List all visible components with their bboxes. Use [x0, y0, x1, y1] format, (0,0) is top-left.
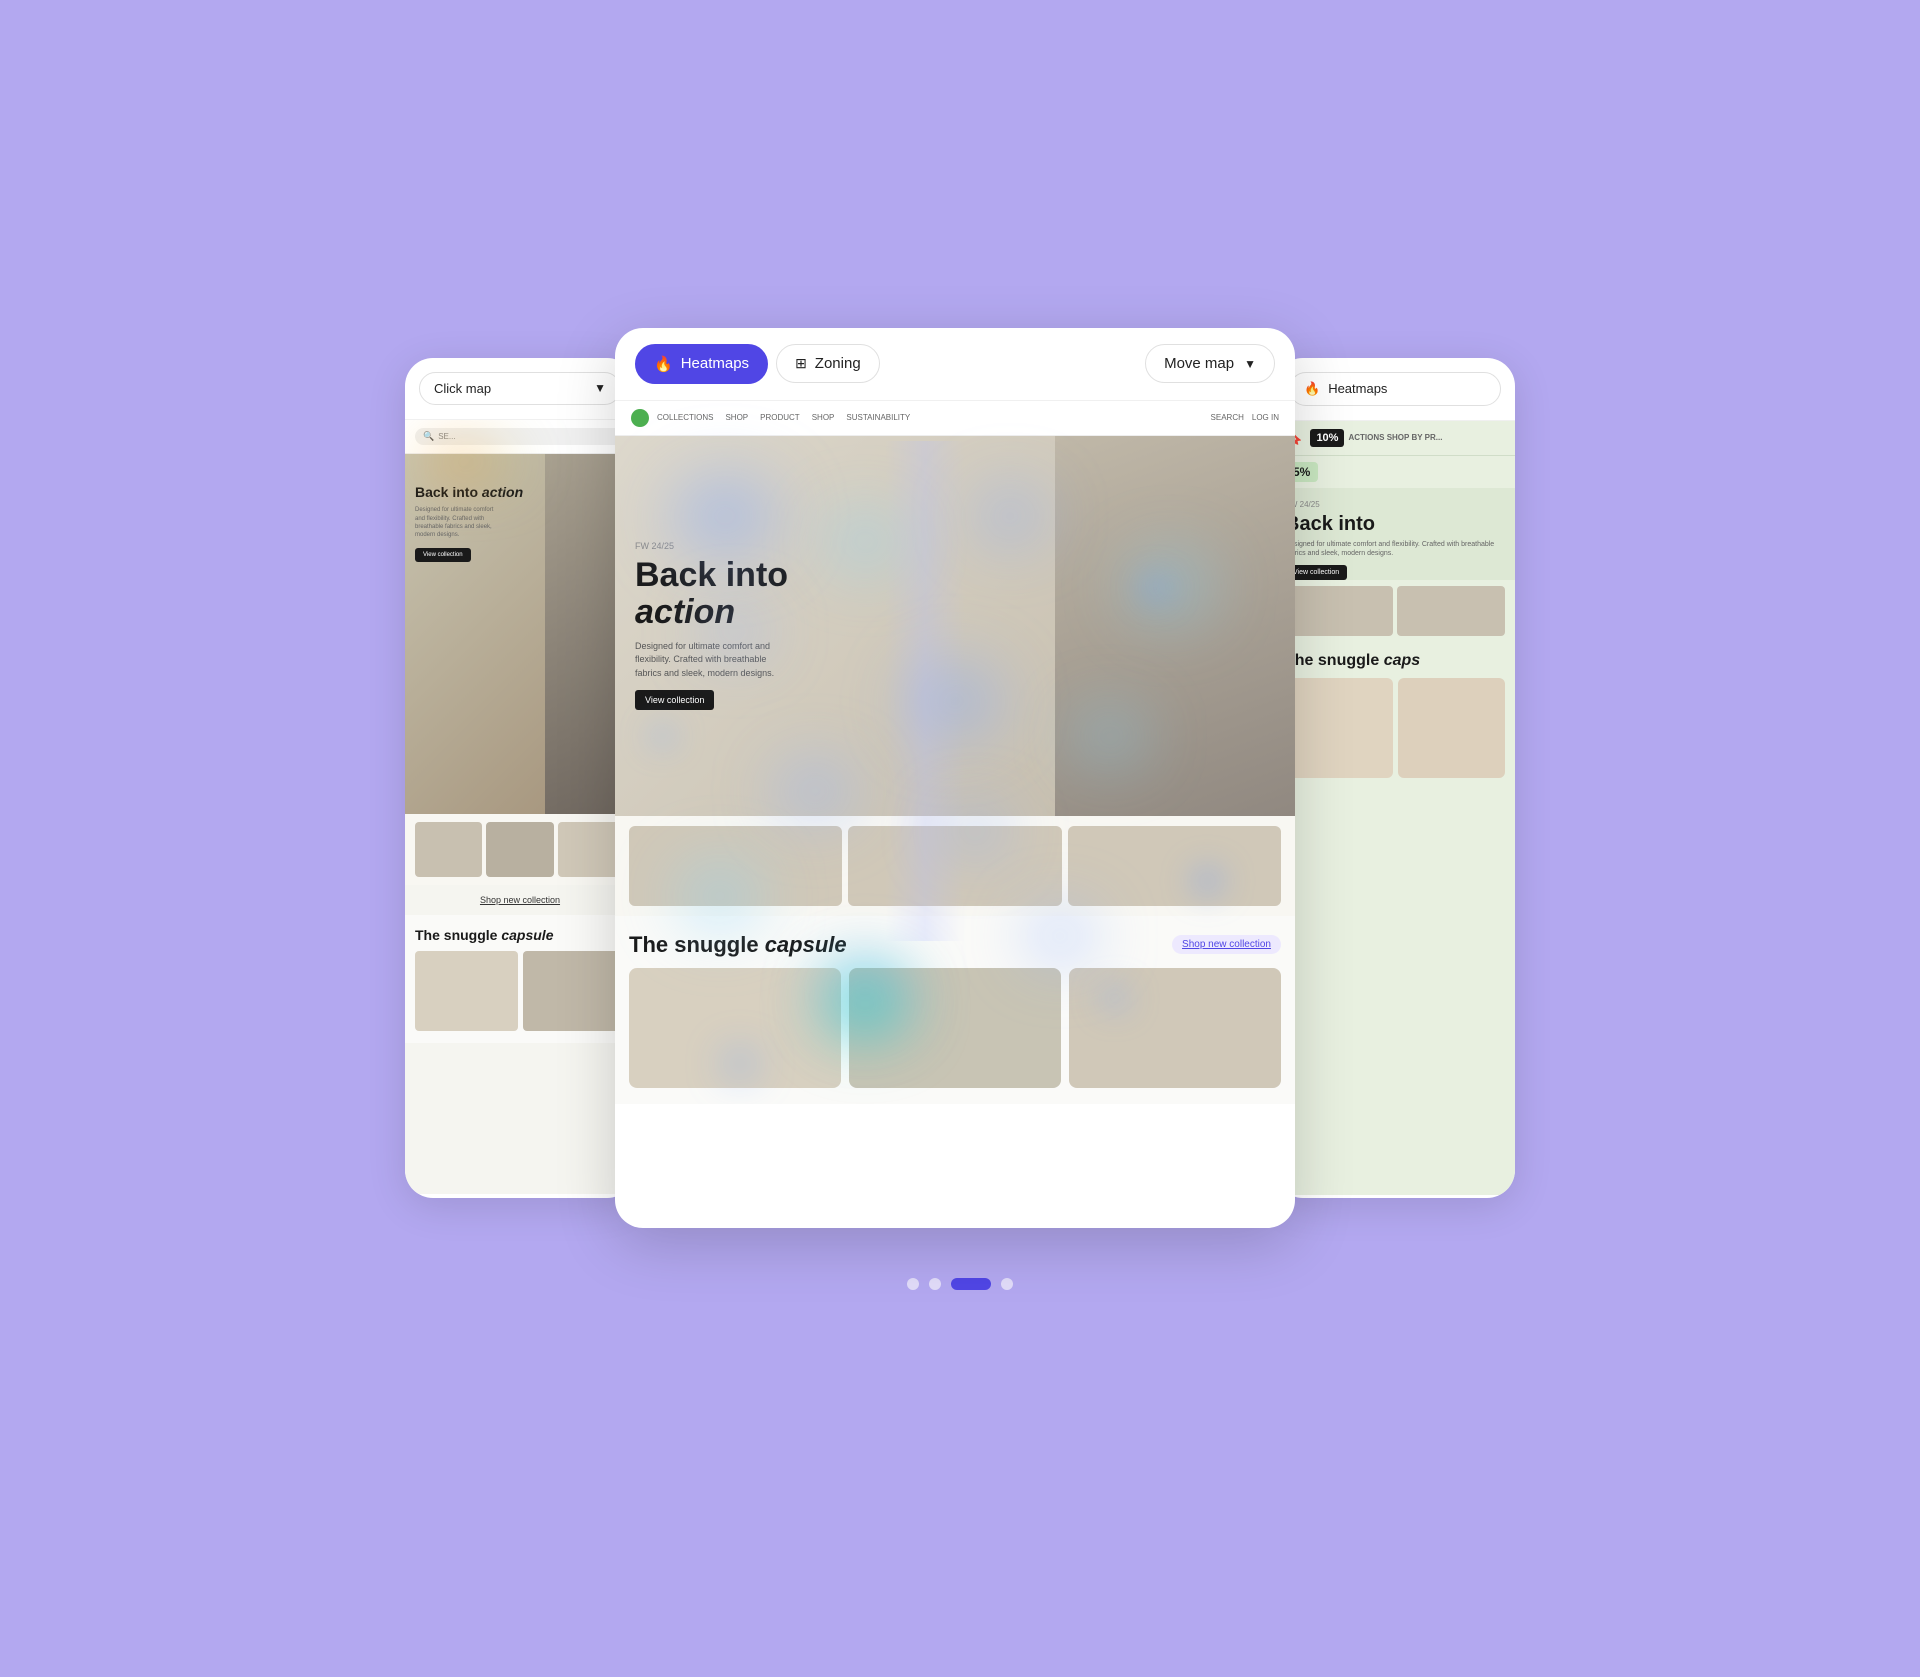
zoning-label: Zoning	[815, 355, 861, 372]
left-section-thumb-1	[415, 951, 518, 1031]
center-section-title: The snuggle capsule	[629, 932, 847, 958]
search-text: SE...	[438, 432, 455, 441]
pagination-dot-2[interactable]	[929, 1278, 941, 1290]
left-thumb-1	[415, 822, 482, 877]
right-thumb-2	[1397, 586, 1505, 636]
heatmaps-label: Heatmaps	[681, 355, 749, 372]
left-section-thumb-2	[523, 951, 626, 1031]
pagination-dot-1[interactable]	[907, 1278, 919, 1290]
chevron-down-icon: ▼	[594, 381, 606, 395]
center-product-3	[1069, 968, 1281, 1088]
center-section-link: Shop new collection	[1172, 935, 1281, 954]
right-product-row	[1285, 678, 1505, 778]
left-website-mockup: 🔍 SE... Back into action Designed for ul…	[405, 420, 635, 1194]
card-right: 🔥 Heatmaps 🔖 10% ACTIONS SHOP BY PR... 5…	[1275, 358, 1515, 1198]
movemap-label: Move map	[1164, 355, 1234, 372]
right-thumbs	[1275, 580, 1515, 642]
center-hero: FW 24/25 Back intoaction Designed for ul…	[615, 436, 1295, 816]
center-nav-actions: SEARCH LOG IN	[1211, 413, 1279, 422]
left-search-bar: 🔍 SE...	[415, 428, 625, 445]
center-nav: COLLECTIONS SHOP PRODUCT SHOP SUSTAINABI…	[615, 401, 1295, 436]
center-hero-text: FW 24/25 Back intoaction Designed for ul…	[635, 541, 795, 710]
right-percentage-bar: 🔖 10% ACTIONS SHOP BY PR...	[1275, 421, 1515, 456]
left-section-header: The snuggle capsule	[415, 927, 625, 943]
left-section-two: The snuggle capsule	[405, 915, 635, 1043]
right-section-title: The snuggle caps	[1285, 652, 1505, 670]
right-content: 🔖 10% ACTIONS SHOP BY PR... 5% FW 24/25 …	[1275, 421, 1515, 1195]
pagination	[907, 1278, 1013, 1290]
pagination-dot-3[interactable]	[951, 1278, 991, 1290]
right-hero-subtitle: Designed for ultimate comfort and flexib…	[1285, 540, 1505, 560]
heatmaps-right-label: Heatmaps	[1328, 381, 1387, 396]
left-section-title: The snuggle capsule	[415, 927, 553, 943]
center-section-two: The snuggle capsule Shop new collection	[615, 916, 1295, 1104]
fire-icon-right: 🔥	[1304, 381, 1320, 397]
zoning-tab[interactable]: ⊞ Zoning	[776, 344, 880, 383]
heatmaps-tab[interactable]: 🔥 Heatmaps	[635, 344, 768, 384]
right-website: 🔖 10% ACTIONS SHOP BY PR... 5% FW 24/25 …	[1275, 421, 1515, 1195]
fire-icon: 🔥	[654, 355, 673, 373]
right-product-1	[1285, 678, 1393, 778]
center-section-header: The snuggle capsule Shop new collection	[629, 932, 1281, 958]
card-center: 🔥 Heatmaps ⊞ Zoning Move map ▼	[615, 328, 1295, 1228]
grid-icon: ⊞	[795, 355, 807, 372]
search-icon: 🔍	[423, 431, 434, 442]
center-hero-cta: View collection	[635, 690, 714, 710]
center-product-1	[629, 968, 841, 1088]
center-thumb-2	[848, 826, 1061, 906]
center-hero-label: FW 24/25	[635, 541, 795, 551]
left-thumbnails	[405, 814, 635, 885]
center-nav-logo	[631, 409, 649, 427]
clickmap-button[interactable]: Click map ▼	[419, 372, 621, 405]
right-thumb-1	[1285, 586, 1393, 636]
right-pct-small: 5%	[1275, 456, 1515, 488]
center-hero-left: FW 24/25 Back intoaction Designed for ul…	[615, 436, 1055, 816]
right-toolbar: 🔥 Heatmaps	[1275, 358, 1515, 421]
right-hero-label: FW 24/25	[1285, 500, 1505, 509]
left-content: 🔍 SE... Back into action Designed for ul…	[405, 420, 635, 1194]
left-hero-title: Back into action	[415, 484, 523, 501]
clickmap-label: Click map	[434, 381, 491, 396]
center-hero-title: Back intoaction	[635, 557, 795, 632]
center-product-row	[629, 968, 1281, 1088]
movemap-button[interactable]: Move map ▼	[1145, 344, 1275, 383]
center-thumbs	[615, 816, 1295, 916]
pagination-dot-4[interactable]	[1001, 1278, 1013, 1290]
center-hero-right	[1055, 436, 1295, 816]
left-shop-link: Shop new collection	[405, 885, 635, 915]
right-hero-title: Back into	[1285, 512, 1505, 536]
center-thumb-1	[629, 826, 842, 906]
center-nav-links: COLLECTIONS SHOP PRODUCT SHOP SUSTAINABI…	[657, 413, 910, 422]
center-content: COLLECTIONS SHOP PRODUCT SHOP SUSTAINABI…	[615, 401, 1295, 1104]
center-thumb-3	[1068, 826, 1281, 906]
movemap-chevron-icon: ▼	[1244, 357, 1256, 371]
left-section-thumbs	[415, 951, 625, 1031]
right-pct-main: 10%	[1310, 429, 1344, 447]
card-left: Click map ▼ 🔍 SE...	[405, 358, 635, 1198]
heatmaps-right-button[interactable]: 🔥 Heatmaps	[1289, 372, 1501, 406]
right-product-2	[1398, 678, 1506, 778]
center-toolbar: 🔥 Heatmaps ⊞ Zoning Move map ▼	[615, 328, 1295, 401]
right-hero: FW 24/25 Back into Designed for ultimate…	[1275, 488, 1515, 581]
center-website: COLLECTIONS SHOP PRODUCT SHOP SUSTAINABI…	[615, 401, 1295, 1104]
right-section-two: The snuggle caps	[1275, 642, 1515, 788]
center-hero-subtitle: Designed for ultimate comfort and flexib…	[635, 640, 795, 681]
left-thumb-2	[486, 822, 553, 877]
left-hero-subtitle: Designed for ultimate comfort and flexib…	[415, 506, 495, 540]
carousel-wrapper: Click map ▼ 🔍 SE...	[0, 328, 1920, 1228]
left-hero-text: Back into action Designed for ultimate c…	[415, 484, 523, 562]
right-pct-secondary: ACTIONS SHOP BY PR...	[1348, 433, 1442, 442]
left-toolbar: Click map ▼	[405, 358, 635, 420]
left-hero-cta: View collection	[415, 548, 471, 562]
left-hero: Back into action Designed for ultimate c…	[405, 454, 635, 814]
left-mockup-nav: 🔍 SE...	[405, 420, 635, 454]
center-product-2	[849, 968, 1061, 1088]
